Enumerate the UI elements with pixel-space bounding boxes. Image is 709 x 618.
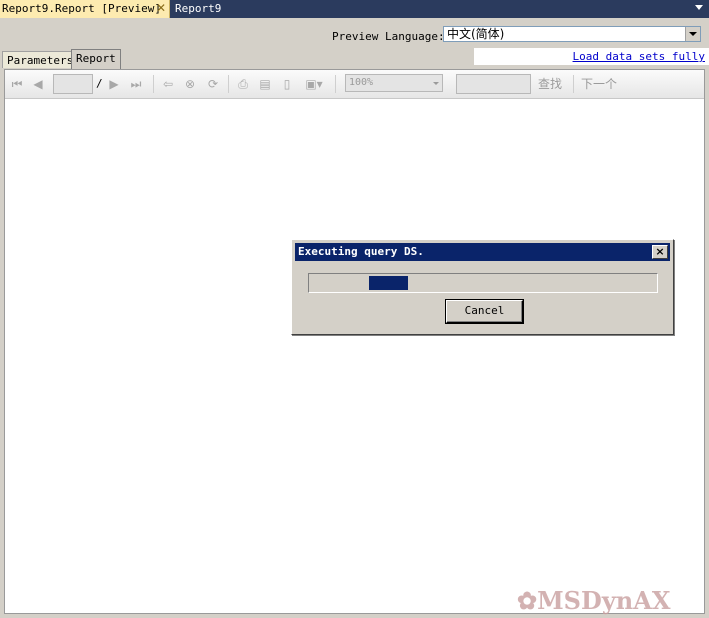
tab-parameters[interactable]: Parameters: [2, 51, 79, 68]
find-input[interactable]: [456, 74, 531, 94]
preview-language-select[interactable]: 中文(简体): [443, 26, 701, 42]
print-layout-icon[interactable]: ▤: [257, 76, 273, 92]
watermark-logo: ✿MSDynAX: [517, 586, 671, 615]
last-page-icon[interactable]: ⏭: [128, 76, 144, 92]
close-icon[interactable]: ✕: [154, 0, 168, 18]
tab-report[interactable]: Report: [71, 49, 121, 69]
toolbar-separator: [228, 75, 229, 93]
report-viewer: ⏮ ◀ / ▶ ⏭ ⇦ ⊗ ⟳ ⎙ ▤ ▯ ▣▾ 100% 查找 下一个: [4, 69, 705, 614]
chevron-down-icon[interactable]: [695, 5, 703, 10]
preview-language-label: Preview Language:: [332, 30, 445, 43]
page-setup-icon[interactable]: ▯: [279, 76, 295, 92]
watermark-text: MSDynAX: [537, 586, 671, 615]
report-toolbar: ⏮ ◀ / ▶ ⏭ ⇦ ⊗ ⟳ ⎙ ▤ ▯ ▣▾ 100% 查找 下一个: [5, 70, 704, 99]
find-next-button[interactable]: 下一个: [581, 75, 617, 92]
stop-icon[interactable]: ⊗: [182, 76, 198, 92]
zoom-value: 100%: [349, 77, 374, 88]
progress-bar: [308, 273, 658, 293]
page-number-input[interactable]: [53, 74, 93, 94]
progress-dialog: Executing query DS. × Cancel: [291, 239, 674, 335]
tab-report-preview[interactable]: Report9.Report [Preview]: [0, 0, 170, 18]
dialog-title-bar: Executing query DS. ×: [295, 243, 670, 261]
cancel-button[interactable]: Cancel: [445, 299, 524, 324]
tab-parameters-label: Parameters: [7, 54, 74, 67]
print-icon[interactable]: ⎙: [235, 76, 251, 92]
dialog-title: Executing query DS.: [298, 245, 424, 258]
chevron-down-icon: [433, 82, 439, 85]
zoom-select[interactable]: 100%: [345, 74, 443, 92]
find-button[interactable]: 查找: [538, 75, 562, 92]
next-page-icon[interactable]: ▶: [106, 76, 122, 92]
toolbar-separator: [573, 75, 574, 93]
toolbar-separator: [153, 75, 154, 93]
toolbar-separator: [335, 75, 336, 93]
document-tab-strip: Report9.Report [Preview] ✕ Report9: [0, 0, 709, 18]
tab-label: Report9: [175, 2, 222, 15]
tab-report-label: Report: [76, 52, 116, 65]
prev-page-icon[interactable]: ◀: [30, 76, 46, 92]
tab-report9[interactable]: Report9: [172, 0, 252, 18]
preview-language-value: 中文(简体): [447, 27, 505, 41]
export-icon[interactable]: ▣▾: [303, 76, 325, 92]
close-icon[interactable]: ×: [652, 245, 668, 259]
first-page-icon[interactable]: ⏮: [9, 76, 25, 92]
refresh-icon[interactable]: ⟳: [205, 76, 221, 92]
load-data-sets-link[interactable]: Load data sets fully: [573, 50, 705, 63]
page-separator: /: [96, 77, 103, 90]
tab-label: Report9.Report [Preview]: [2, 2, 161, 15]
load-link-area: Load data sets fully: [474, 48, 709, 65]
progress-fill: [369, 276, 408, 290]
back-icon[interactable]: ⇦: [160, 76, 176, 92]
dropdown-arrow-icon[interactable]: [685, 27, 700, 41]
